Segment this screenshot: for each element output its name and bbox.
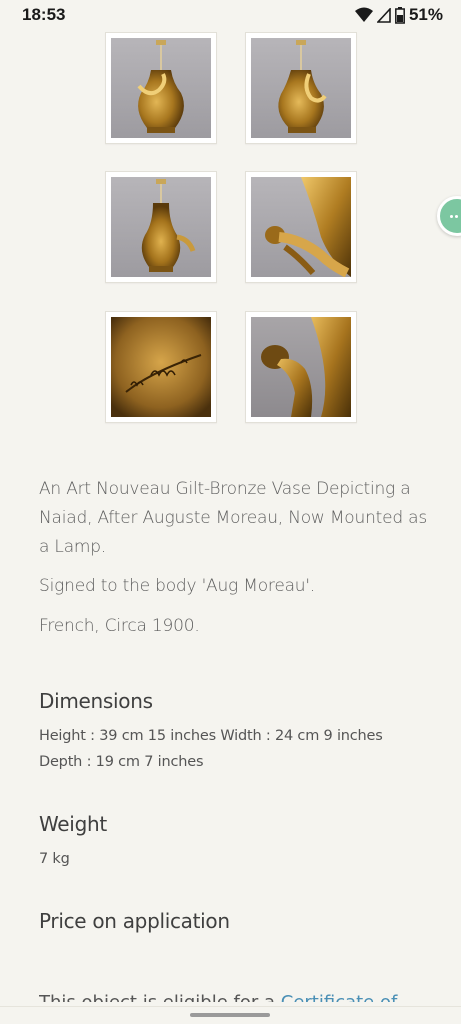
- certificate-text: This object is eligible for a: [39, 992, 281, 1002]
- lamp-photo: [111, 177, 211, 277]
- signature-image: [111, 317, 211, 417]
- price-text: Price on application: [39, 909, 230, 933]
- wifi-icon: [354, 7, 373, 22]
- detail-photo: [251, 317, 351, 417]
- gilt-vase-image: [141, 179, 196, 272]
- thumbnail-naiad-detail[interactable]: [245, 311, 357, 423]
- thumbnail-vase-front[interactable]: [105, 32, 217, 144]
- detail-photo: [251, 177, 351, 277]
- weight-heading: Weight: [39, 812, 107, 836]
- battery-percent: 51%: [408, 5, 443, 24]
- weight-value: 7 kg: [39, 851, 70, 867]
- certificate-note: This object is eligible for a Certificat…: [39, 990, 439, 1002]
- signal-icon: [376, 7, 391, 23]
- home-indicator[interactable]: [190, 1013, 270, 1017]
- naiad-figure-image: [265, 177, 351, 277]
- status-time: 18:53: [22, 5, 66, 24]
- dimensions-line-1: Height : 39 cm 15 inches Width : 24 cm 9…: [39, 728, 383, 744]
- status-bar: 18:53 51%: [0, 0, 461, 30]
- lamp-photo: [251, 38, 351, 138]
- dot-icon: [450, 214, 453, 218]
- gilt-vase-image: [137, 40, 184, 133]
- dimensions-line-2: Depth : 19 cm 7 inches: [39, 754, 204, 770]
- product-origin: French, Circa 1900.: [39, 616, 200, 636]
- certificate-link[interactable]: Certificate of: [281, 992, 398, 1002]
- thumbnail-signature-detail[interactable]: [105, 311, 217, 423]
- gilt-vase-image: [278, 40, 327, 133]
- product-signature-note: Signed to the body 'Aug Moreau'.: [39, 576, 316, 596]
- status-icons: 51%: [354, 5, 443, 25]
- chat-button[interactable]: [437, 196, 461, 236]
- battery-icon: [395, 6, 405, 24]
- thumbnail-vase-side[interactable]: [245, 32, 357, 144]
- product-page: An Art Nouveau Gilt-Bronze Vase Depictin…: [0, 30, 461, 1010]
- dot-icon: [455, 214, 458, 218]
- thumbnail-figure-detail[interactable]: [245, 171, 357, 283]
- lamp-photo: [111, 38, 211, 138]
- thumbnail-vase-back[interactable]: [105, 171, 217, 283]
- dimensions-heading: Dimensions: [39, 689, 153, 713]
- product-title: An Art Nouveau Gilt-Bronze Vase Depictin…: [39, 479, 428, 557]
- naiad-bust-image: [261, 317, 351, 417]
- signature-photo: [111, 317, 211, 417]
